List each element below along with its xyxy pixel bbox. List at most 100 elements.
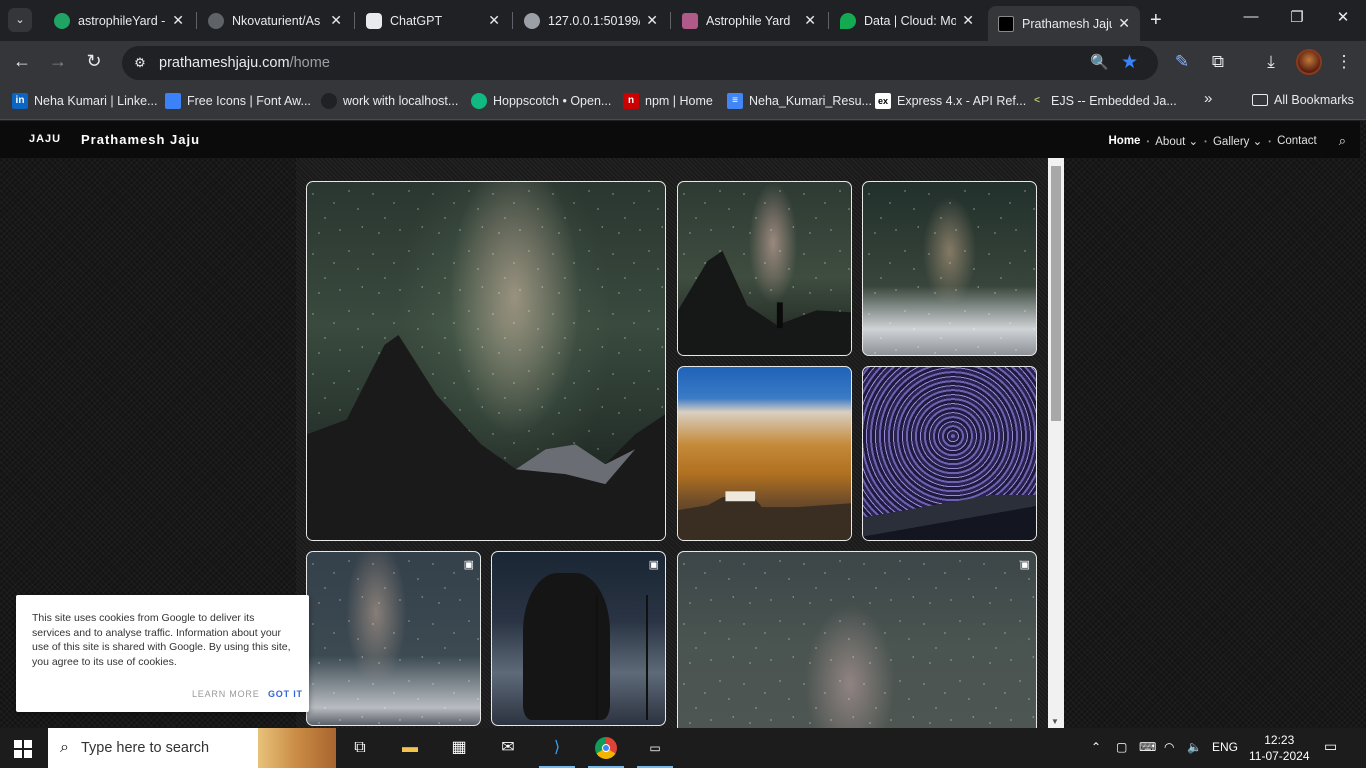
close-icon[interactable]: ✕ (962, 12, 974, 29)
close-icon[interactable]: ✕ (488, 12, 500, 29)
extensions-puzzle-icon[interactable]: ⧉ (1206, 52, 1230, 72)
bookmark-linkedin[interactable]: in Neha Kumari | Linke... (12, 93, 157, 109)
tab-favicon-icon (54, 12, 70, 29)
tab-github[interactable]: Nkovaturient/As ✕ (198, 6, 352, 35)
tab-chatgpt[interactable]: ChatGPT ✕ (356, 6, 510, 35)
all-bookmarks-label: All Bookmarks (1274, 93, 1354, 107)
site-logo[interactable]: JAJU (28, 132, 62, 146)
scrollbar-thumb[interactable] (1051, 166, 1061, 421)
mountain-silhouette (678, 251, 851, 355)
ground-silhouette (863, 495, 1036, 540)
bookmark-label: Free Icons | Font Aw... (187, 94, 311, 108)
tab-title: Nkovaturient/As (232, 13, 321, 28)
nav-gallery[interactable]: Gallery ⌄ (1207, 134, 1268, 148)
zoom-icon[interactable]: 🔍 (1090, 53, 1109, 71)
scroll-down-arrow-icon[interactable]: ▼ (1051, 717, 1059, 726)
bookmark-localhost[interactable]: work with localhost... (321, 93, 458, 109)
bookmark-ejs[interactable]: < EJS -- Embedded Ja... (1029, 93, 1177, 109)
taskbar-clock[interactable]: 12:23 11-07-2024 (1249, 732, 1310, 764)
bookmark-hoppscotch[interactable]: Hoppscotch • Open... (471, 93, 611, 109)
tab-search-button[interactable]: ⌄ (8, 8, 32, 32)
npm-icon: n (623, 93, 639, 109)
mail-icon[interactable]: ✉ (496, 736, 520, 760)
address-bar[interactable]: ⚙ prathameshjaju.com/home (122, 46, 1158, 80)
flag-icon (165, 93, 181, 109)
language-indicator[interactable]: ENG (1212, 740, 1238, 754)
close-icon[interactable]: ✕ (804, 12, 816, 29)
close-icon[interactable]: ✕ (330, 12, 342, 29)
gallery-photo-telescope[interactable]: ▣ (491, 551, 666, 726)
site-title[interactable]: Prathamesh Jaju (81, 132, 200, 147)
restore-icon[interactable]: ❐ (1282, 8, 1312, 26)
tab-astrophileyard[interactable]: astrophileYard - ✕ (44, 6, 194, 35)
gallery-photo-milkyway-peak[interactable] (306, 181, 666, 541)
bookmark-label: Hoppscotch • Open... (493, 94, 612, 108)
bookmark-resume[interactable]: ≡ Neha_Kumari_Resu... (727, 93, 872, 109)
tab-localhost[interactable]: 127.0.0.1:50199/ ✕ (514, 6, 668, 35)
chrome-icon[interactable] (588, 736, 624, 768)
download-icon[interactable]: ⤓ (1259, 52, 1283, 72)
bookmark-label: Express 4.x - API Ref... (897, 94, 1027, 108)
close-icon[interactable]: ✕ (1118, 15, 1130, 32)
close-icon[interactable]: ✕ (172, 12, 184, 29)
meet-now-icon[interactable]: ▢ (1116, 740, 1127, 754)
minimize-icon[interactable]: — (1236, 8, 1266, 25)
more-bookmarks-chevron-icon[interactable]: » (1204, 90, 1212, 107)
nav-contact[interactable]: Contact (1271, 135, 1323, 147)
gallery-photo-snow-milkyway[interactable] (862, 181, 1037, 356)
profile-avatar[interactable] (1296, 49, 1322, 75)
gallery-photo-milkyway-ridge[interactable]: ▣ (306, 551, 481, 726)
pen-extension-icon[interactable]: ✎ (1170, 52, 1194, 72)
windows-start-icon[interactable] (14, 740, 32, 758)
gallery-photo-milkyway-wide[interactable]: ▣ (677, 551, 1037, 728)
bookmark-npm[interactable]: n npm | Home (623, 93, 713, 109)
terminal-icon[interactable]: ▭ (637, 736, 673, 768)
camera-icon: ▣ (463, 559, 474, 571)
bookmark-star-icon[interactable]: ★ (1121, 51, 1138, 74)
gallery-photo-golden-mountains[interactable] (677, 366, 852, 541)
bookmark-label: npm | Home (645, 94, 713, 108)
task-view-icon[interactable]: ⧉ (348, 736, 372, 760)
gallery-photo-peak-person[interactable] (677, 181, 852, 356)
tab-mongodb[interactable]: Data | Cloud: Mo ✕ (830, 6, 984, 35)
notifications-icon[interactable]: ▭ (1324, 738, 1337, 755)
microsoft-store-icon[interactable]: ▦ (447, 736, 471, 760)
site-settings-icon[interactable]: ⚙ (130, 53, 150, 73)
chevron-down-icon: ⌄ (1252, 136, 1263, 148)
back-icon[interactable]: ← (10, 51, 34, 72)
window-close-icon[interactable]: ✕ (1328, 8, 1358, 26)
forward-icon[interactable]: → (46, 51, 70, 72)
search-icon[interactable]: ⌕ (1339, 133, 1346, 149)
reload-icon[interactable]: ↻ (82, 51, 106, 72)
camera-icon: ▣ (648, 559, 659, 571)
nav-about[interactable]: About ⌄ (1149, 134, 1204, 148)
file-explorer-icon[interactable]: ▬ (398, 736, 422, 760)
show-hidden-icons-chevron-icon[interactable]: ⌃ (1091, 740, 1101, 754)
bookmark-express[interactable]: ex Express 4.x - API Ref... (875, 93, 1026, 109)
chevron-down-icon: ⌄ (1188, 136, 1199, 148)
got-it-button[interactable]: GOT IT (268, 689, 303, 699)
tab-prathamesh-jaju[interactable]: Prathamesh Jaju ✕ (988, 6, 1140, 41)
close-icon[interactable]: ✕ (646, 12, 658, 29)
gallery-scrollbar[interactable]: ▼ (1048, 158, 1064, 728)
bookmark-label: Neha Kumari | Linke... (34, 94, 158, 108)
wifi-icon[interactable]: ◠ (1164, 740, 1174, 754)
nav-home[interactable]: Home (1103, 135, 1147, 147)
taskbar-search-box[interactable]: ⌕ Type here to search (48, 728, 336, 768)
site-nav: Home • About ⌄ • Gallery ⌄ • Contact ⌕ (1103, 133, 1347, 149)
bookmark-font-awesome[interactable]: Free Icons | Font Aw... (165, 93, 311, 109)
learn-more-link[interactable]: LEARN MORE (192, 689, 260, 699)
all-bookmarks-button[interactable]: All Bookmarks (1252, 93, 1354, 107)
tab-title: 127.0.0.1:50199/ (548, 13, 641, 28)
gallery-photo-star-trails[interactable] (862, 366, 1037, 541)
tab-title: Prathamesh Jaju (1022, 16, 1113, 31)
volume-icon[interactable]: 🔈 (1187, 740, 1202, 754)
url-host: prathameshjaju.com (159, 55, 290, 71)
input-indicator-icon[interactable]: ⌨ (1139, 740, 1156, 754)
vscode-icon[interactable]: ⟩ (539, 736, 575, 768)
menu-kebab-icon[interactable]: ⋮ (1332, 52, 1356, 72)
monastery-silhouette (678, 491, 851, 540)
tab-astrophile-yard[interactable]: Astrophile Yard ✕ (672, 6, 826, 35)
bookmark-label: work with localhost... (343, 94, 459, 108)
new-tab-button[interactable]: + (1150, 9, 1162, 31)
